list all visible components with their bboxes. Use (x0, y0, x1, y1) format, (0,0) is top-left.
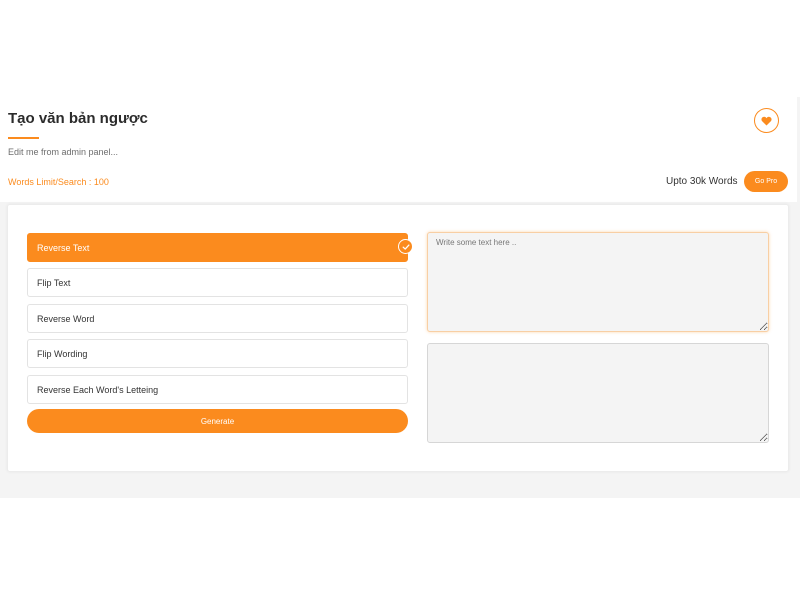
words-limit-label: Words Limit/Search : 100 (8, 177, 109, 187)
selected-check-badge (398, 239, 413, 254)
upto-words-label: Upto 30k Words (666, 176, 738, 187)
input-textarea[interactable] (427, 232, 769, 332)
title-underline (8, 137, 39, 139)
page-title: Tạo văn bản ngược (8, 110, 148, 127)
option-flip-text[interactable]: Flip Text (27, 268, 408, 297)
favorite-button[interactable] (754, 108, 779, 133)
generate-button[interactable]: Generate (27, 409, 408, 433)
heart-icon (761, 116, 772, 126)
option-reverse-text[interactable]: Reverse Text (27, 233, 408, 262)
go-pro-button[interactable]: Go Pro (744, 171, 788, 192)
page-subtitle: Edit me from admin panel... (8, 147, 119, 157)
output-textarea[interactable] (427, 343, 769, 443)
option-reverse-each-word-letters[interactable]: Reverse Each Word's Letteing (27, 375, 408, 404)
option-reverse-word[interactable]: Reverse Word (27, 304, 408, 333)
check-icon (402, 243, 410, 250)
option-flip-wording[interactable]: Flip Wording (27, 339, 408, 368)
